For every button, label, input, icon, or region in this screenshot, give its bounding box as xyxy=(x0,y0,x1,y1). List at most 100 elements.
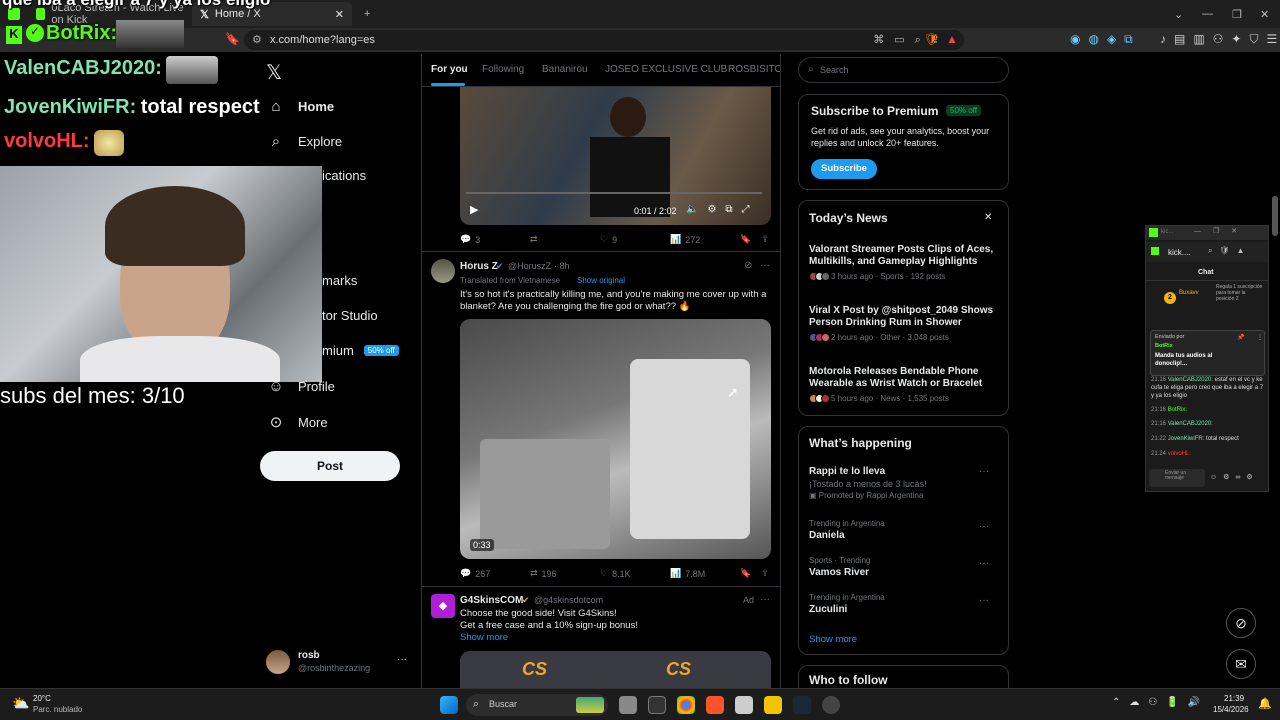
share-icon[interactable]: ⇪ xyxy=(761,568,769,579)
search-input[interactable]: ⌕ Search xyxy=(798,57,1009,83)
grok-icon[interactable]: ⊘ xyxy=(744,260,752,271)
tab-joseo[interactable]: JOSEO EXCLUSIVE CLUB xyxy=(605,64,727,75)
post-author-handle[interactable]: @g4skinsdotcom xyxy=(534,595,603,605)
close-window-icon[interactable]: ✕ xyxy=(1252,2,1277,26)
notification-icon[interactable]: 🔔 xyxy=(1258,697,1272,710)
like-button[interactable]: ♡ 8.1K xyxy=(600,568,631,579)
like-button[interactable]: ♡ 9 xyxy=(600,234,617,245)
minimize-icon[interactable]: — xyxy=(1194,2,1221,26)
tab-list-icon[interactable]: ⌄ xyxy=(1166,2,1191,26)
bookmark-icon[interactable]: 🔖 xyxy=(740,234,751,245)
x-logo-icon[interactable]: 𝕏 xyxy=(266,60,282,85)
avatar[interactable] xyxy=(431,259,455,283)
sidebar-item-creator-studio[interactable]: tor Studio xyxy=(322,308,378,323)
tab-for-you[interactable]: For you xyxy=(431,64,468,75)
kick-popup-window[interactable]: kic... —❐✕ kick.... ⌕🛡▲ Chat 2 Buxavv Re… xyxy=(1145,225,1269,492)
bookmark-page-icon[interactable]: 🔖 xyxy=(225,32,240,46)
windows-start-icon[interactable] xyxy=(440,696,458,714)
tab-rosbisitos[interactable]: ROSBISITOS xyxy=(728,64,780,75)
file-explorer-icon[interactable] xyxy=(764,696,782,714)
news-item[interactable]: Valorant Streamer Posts Clips of Aces, M… xyxy=(809,244,999,281)
close-tab-icon[interactable]: ✕ xyxy=(335,8,344,21)
kick-toolbar-icons[interactable]: ⌕🛡▲ xyxy=(1208,246,1252,256)
steam-icon[interactable] xyxy=(793,696,811,714)
sidebar-item-home[interactable]: ⌂ Home xyxy=(268,98,334,115)
bookmark-icon[interactable]: 🔖 xyxy=(740,568,751,579)
sidebar-item-premium[interactable]: mium 50% off xyxy=(322,343,399,358)
views-button[interactable]: 📊 272 xyxy=(670,234,700,245)
ad-image[interactable]: CS CS xyxy=(460,651,771,688)
task-view-icon[interactable] xyxy=(619,696,637,714)
more-dots-icon[interactable]: ··· xyxy=(760,594,770,605)
messages-icon[interactable]: ✉ xyxy=(1226,649,1256,679)
obs-icon[interactable] xyxy=(822,696,840,714)
post-author-name[interactable]: Horus Z xyxy=(460,261,498,272)
more-dots-icon[interactable]: ··· xyxy=(979,558,989,569)
tab-bananirou[interactable]: Bananirou xyxy=(542,64,588,75)
kick-address[interactable]: kick.... ⌕🛡▲ xyxy=(1146,242,1268,262)
post-video[interactable]: ▶ 0:01 / 2:02 🔈⚙⧉⤢ xyxy=(460,87,771,225)
new-tab-button[interactable]: + xyxy=(356,2,378,26)
share-icon[interactable]: ⇪ xyxy=(761,234,769,245)
system-tray-icons[interactable]: ⌃☁⚇🔋🔊 xyxy=(1112,697,1209,708)
store-icon[interactable] xyxy=(735,696,753,714)
repost-button[interactable]: ⇄ xyxy=(530,234,538,245)
trend-item[interactable]: Rappi te lo lleva ¡Tostado a menos de 3 … xyxy=(809,466,999,500)
chat-input[interactable]: Enviar un mensaje xyxy=(1149,469,1205,487)
url-bar[interactable]: ⚙ x.com/home?lang=es ⌘▭⌕⇪ xyxy=(244,30,964,50)
sidebar-item-more[interactable]: ⊙ More xyxy=(268,413,328,431)
reply-button[interactable]: 💬 3 xyxy=(460,234,480,245)
weather-icon[interactable]: ⛅ xyxy=(12,695,29,712)
page-scrollbar[interactable] xyxy=(1272,196,1278,236)
subscribe-button[interactable]: Subscribe xyxy=(811,159,877,179)
more-dots-icon[interactable]: ··· xyxy=(979,466,989,477)
show-more-link[interactable]: Show more xyxy=(809,634,857,645)
site-info-icon[interactable]: ⚙ xyxy=(252,30,262,50)
more-dots-icon[interactable]: ··· xyxy=(979,521,989,532)
window-controls-icons[interactable]: —❐✕ xyxy=(1194,227,1249,235)
sidebar-item-explore[interactable]: ⌕ Explore xyxy=(268,133,342,150)
trend-item[interactable]: Sports · Trending Vamos River ··· xyxy=(809,556,999,578)
toolbar-icons[interactable]: ♪▤▥⚇✦⛉☰ xyxy=(1160,32,1280,47)
more-dots-icon[interactable]: ··· xyxy=(760,260,770,271)
close-icon[interactable]: ✕ xyxy=(984,212,992,223)
grok-icon[interactable]: ⊘ xyxy=(1226,608,1256,638)
brave-icon[interactable] xyxy=(706,696,724,714)
show-original-link[interactable]: Show original xyxy=(577,276,625,285)
bookmark-share[interactable]: 🔖 ⇪ xyxy=(740,568,769,579)
post-age[interactable]: · 8h xyxy=(554,261,570,271)
extension-icons[interactable]: ◉◍◈⧉ xyxy=(1070,32,1141,47)
sidebar-item-notifications[interactable]: ications xyxy=(322,168,366,183)
play-icon[interactable]: ▶ xyxy=(470,203,478,216)
sidebar-item-bookmarks[interactable]: marks xyxy=(322,273,357,288)
repost-button[interactable]: ⇄ 196 xyxy=(530,568,557,579)
taskbar-search[interactable]: ⌕ Buscar xyxy=(466,694,608,716)
brave-rewards-icon[interactable]: ▲ xyxy=(946,32,958,46)
reply-button[interactable]: 💬 267 xyxy=(460,568,490,579)
show-more-link[interactable]: Show more xyxy=(460,632,508,643)
pinned-message[interactable]: Enviado por BotRix Manda tus audios al d… xyxy=(1150,330,1265,376)
news-item[interactable]: Viral X Post by @shitpost_2049 Shows Per… xyxy=(809,305,999,342)
post-author-name[interactable]: G4SkinsCOM xyxy=(460,595,523,606)
avatar[interactable]: ◆ xyxy=(431,594,455,618)
maximize-icon[interactable]: ❐ xyxy=(1224,2,1250,26)
account-switcher[interactable]: rosb @rosbinthezazing ··· xyxy=(266,648,411,676)
more-dots-icon[interactable]: ··· xyxy=(979,595,989,606)
epic-games-icon[interactable] xyxy=(648,696,666,714)
bookmark-share[interactable]: 🔖 ⇪ xyxy=(740,234,769,245)
trend-item[interactable]: Trending in Argentina Zuculini ··· xyxy=(809,593,999,615)
post-author-handle[interactable]: @HoruszZ xyxy=(508,261,551,271)
views-button[interactable]: 📊 7.8M xyxy=(670,568,705,579)
post-button[interactable]: Post xyxy=(260,451,400,481)
chat-tool-icons[interactable]: ☺⚙∞⚙ xyxy=(1210,473,1259,481)
video-controls-icons[interactable]: 🔈⚙⧉⤢ xyxy=(686,204,759,215)
brave-shield-icon[interactable]: 🛡 xyxy=(924,32,939,46)
sidebar-item-profile[interactable]: ☺ Profile xyxy=(268,378,335,395)
video-progress-track[interactable] xyxy=(466,192,762,194)
trend-item[interactable]: Trending in Argentina Daniela ··· xyxy=(809,519,999,541)
post-video[interactable]: 0:33 xyxy=(460,319,771,559)
news-item[interactable]: Motorola Releases Bendable Phone Wearabl… xyxy=(809,366,999,403)
tab-following[interactable]: Following xyxy=(482,64,524,75)
chrome-icon[interactable] xyxy=(677,696,695,714)
pin-icon[interactable]: 📌 xyxy=(1237,334,1244,341)
